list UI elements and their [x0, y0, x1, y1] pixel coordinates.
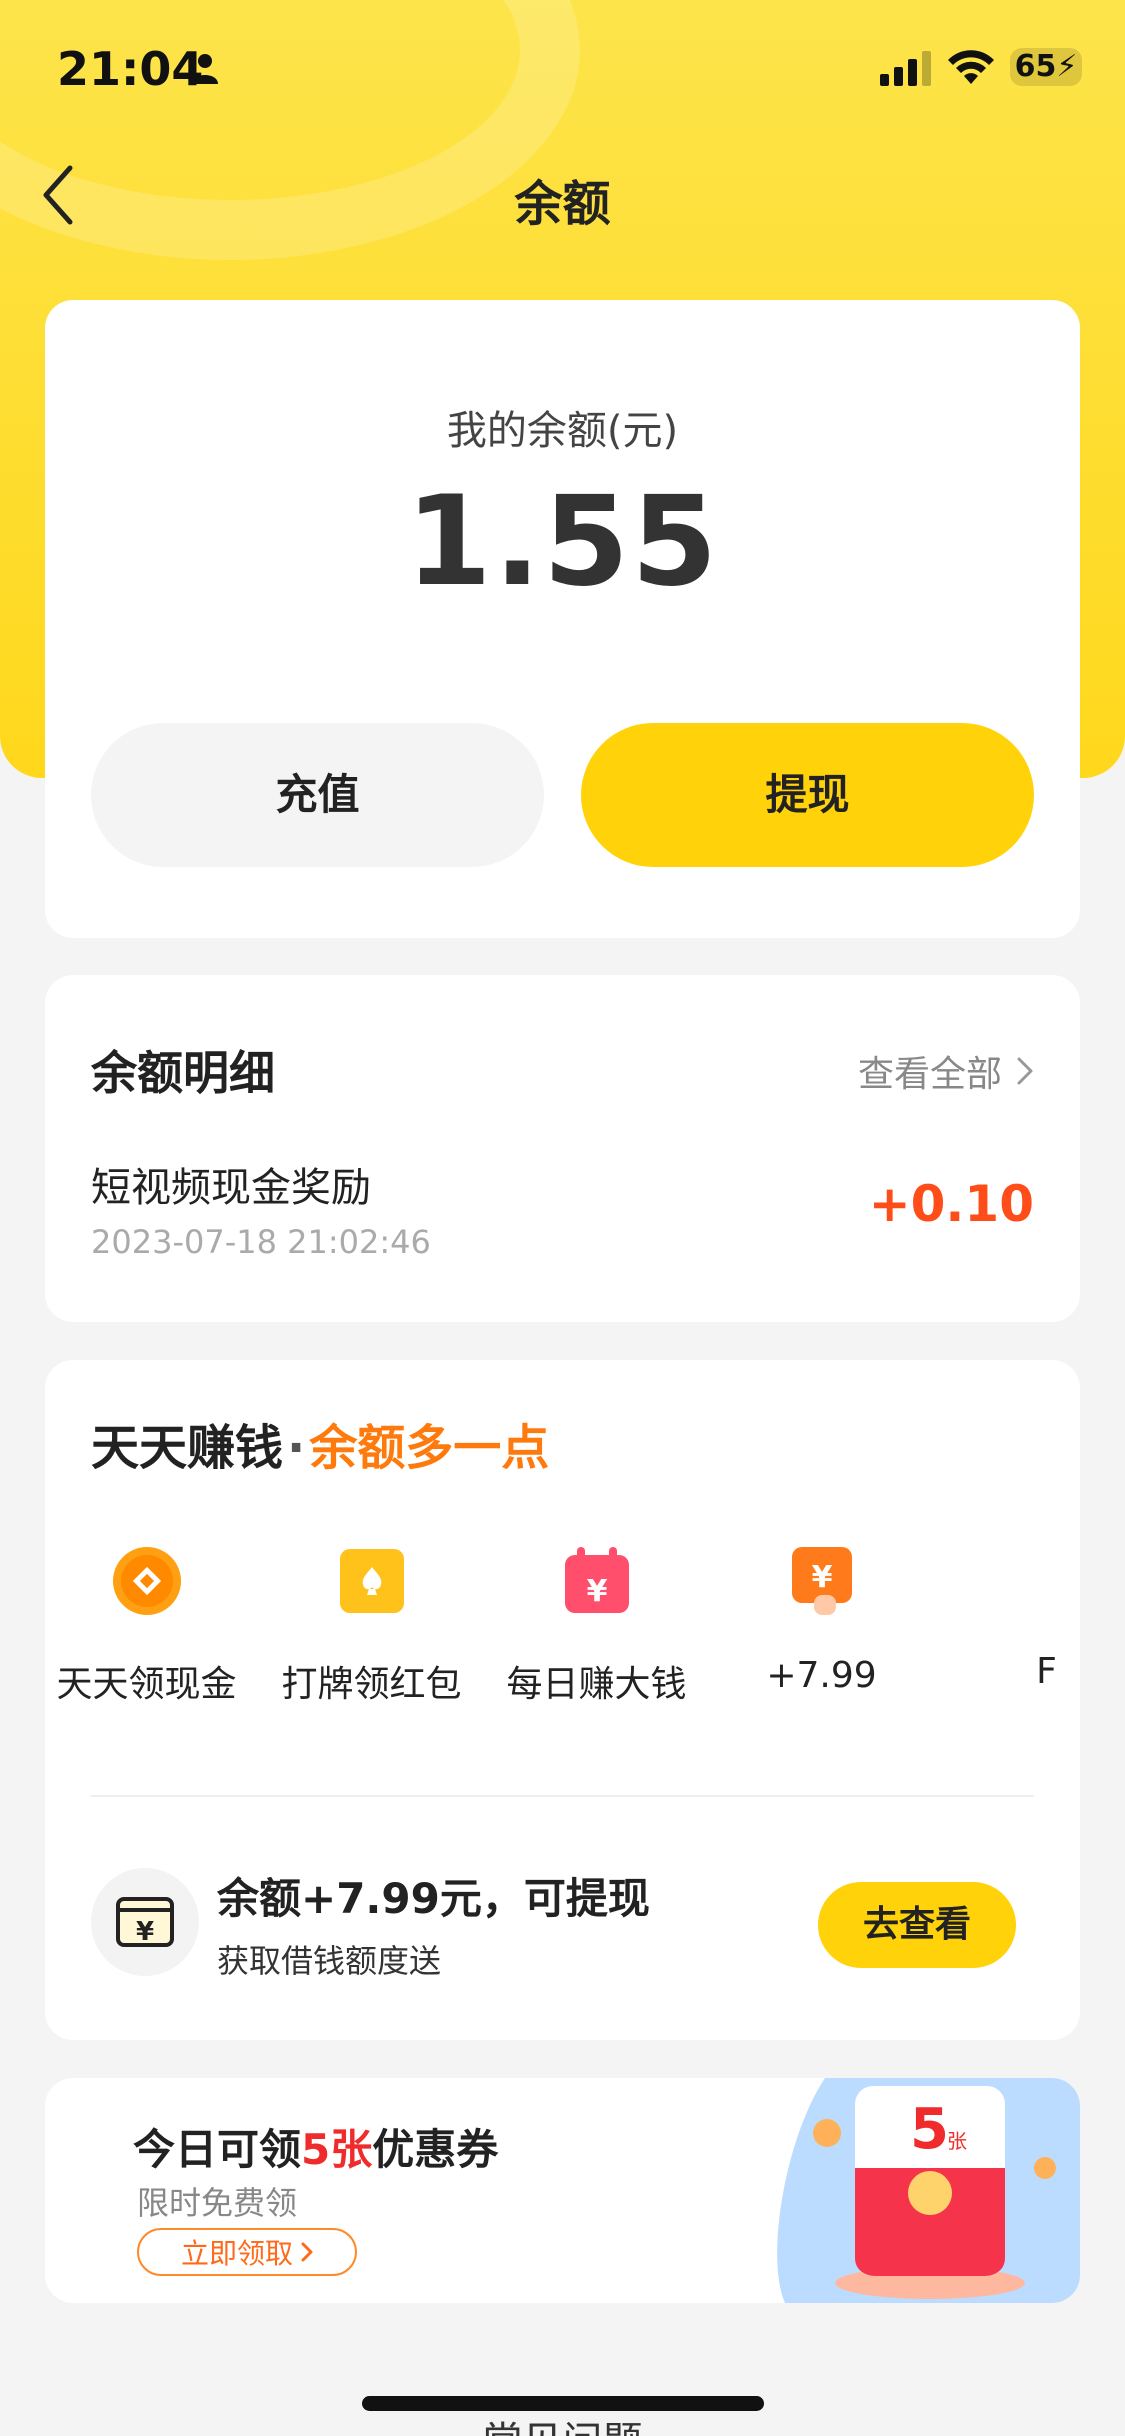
earn-item-label: 每日赚大钱 — [506, 1664, 687, 1705]
earn-item-label: +7.99 — [766, 1655, 877, 1696]
earn-money-card: 天天赚钱·余额多一点 天天领现金 打牌领红包 ¥ 每日赚大钱 ¥ +7.99 F… — [45, 1360, 1080, 2040]
home-indicator — [362, 2396, 764, 2411]
earn-title-dot: · — [287, 1420, 306, 1476]
red-envelope-illustration: 5 张 — [777, 2078, 1080, 2303]
promo-icon-circle: ¥ — [91, 1868, 199, 1976]
divider — [91, 1795, 1034, 1797]
playing-card-icon — [339, 1549, 404, 1613]
earn-item-label: F — [1036, 1651, 1057, 1692]
faq-heading: 常见问题 — [0, 2412, 1125, 2436]
balance-label: 我的余额(元) — [446, 408, 679, 454]
charging-bolt-icon: ⚡ — [1056, 49, 1078, 84]
balance-card: 我的余额(元) 1.55 充值 提现 — [45, 300, 1080, 938]
earn-section-title: 天天赚钱·余额多一点 — [91, 1408, 549, 1478]
section-title: 余额明细 — [91, 1046, 275, 1100]
promo-subtitle: 获取借钱额度送 — [217, 1942, 442, 1980]
balance-details-card: 余额明细 查看全部 短视频现金奖励 2023-07-18 21:02:46 +0… — [45, 975, 1080, 1322]
earn-title-accent: 余额多一点 — [309, 1420, 550, 1476]
battery-indicator: 65⚡ — [1010, 48, 1082, 86]
earn-item-daily-earn[interactable]: ¥ 每日赚大钱 — [484, 1545, 709, 1707]
chevron-right-icon — [301, 2242, 313, 2262]
signal-icon — [880, 51, 931, 86]
coupon-art-unit: 张 — [947, 2129, 967, 2153]
earn-shortcuts: 天天领现金 打牌领红包 ¥ 每日赚大钱 ¥ +7.99 F — [45, 1545, 1080, 1715]
go-view-button[interactable]: 去查看 — [818, 1882, 1016, 1968]
recharge-button[interactable]: 充值 — [91, 723, 544, 867]
battery-level: 65 — [1014, 49, 1057, 84]
person-icon — [192, 54, 218, 84]
coupon-title: 今日可领5张优惠券 — [133, 2116, 498, 2177]
earn-item-label: 天天领现金 — [56, 1664, 237, 1705]
coupon-banner[interactable]: 今日可领5张优惠券 限时免费领 立即领取 5 张 — [45, 2078, 1080, 2303]
claim-now-button[interactable]: 立即领取 — [137, 2228, 357, 2276]
page-title: 余额 — [514, 176, 611, 232]
transaction-name: 短视频现金奖励 — [91, 1165, 371, 1211]
coupon-title-count: 5张 — [301, 2125, 373, 2174]
svg-text:¥: ¥ — [586, 1574, 607, 1609]
coupon-title-post: 优惠券 — [372, 2125, 499, 2174]
chevron-right-icon — [1017, 1057, 1033, 1085]
coupon-title-pre: 今日可领 — [133, 2125, 302, 2174]
svg-text:¥: ¥ — [136, 1917, 154, 1947]
yuan-hand-icon: ¥ — [791, 1547, 852, 1615]
view-all-link[interactable]: 查看全部 — [858, 1045, 1034, 1097]
wallet-yuan-icon: ¥ — [116, 1897, 174, 1947]
earn-item-label: 打牌领红包 — [281, 1664, 462, 1705]
balance-amount: 1.55 — [405, 470, 720, 614]
svg-text:¥: ¥ — [811, 1560, 832, 1595]
claim-now-label: 立即领取 — [180, 2237, 293, 2270]
earn-title-main: 天天赚钱 — [91, 1420, 284, 1476]
view-all-label: 查看全部 — [857, 1054, 1002, 1095]
earn-item-bonus[interactable]: ¥ +7.99 — [709, 1545, 934, 1696]
partial-icon — [1011, 1545, 1081, 1617]
transaction-amount: +0.10 — [868, 1175, 1034, 1233]
earn-item-daily-cash[interactable]: 天天领现金 — [45, 1545, 259, 1707]
transaction-time: 2023-07-18 21:02:46 — [91, 1223, 431, 1261]
status-bar: 21:04 65⚡ — [0, 0, 1125, 130]
calendar-yuan-icon: ¥ — [564, 1547, 629, 1613]
coupon-art-count: 5 — [910, 2097, 949, 2162]
earn-item-more[interactable]: F — [934, 1545, 1080, 1692]
earn-item-card-game[interactable]: 打牌领红包 — [259, 1545, 484, 1707]
promo-title: 余额+7.99元，可提现 — [217, 1874, 650, 1923]
withdraw-button[interactable]: 提现 — [581, 723, 1034, 867]
wifi-icon — [948, 50, 994, 84]
coupon-subtitle: 限时免费领 — [137, 2184, 298, 2222]
status-time: 21:04 — [57, 42, 204, 96]
coin-icon — [112, 1547, 181, 1615]
